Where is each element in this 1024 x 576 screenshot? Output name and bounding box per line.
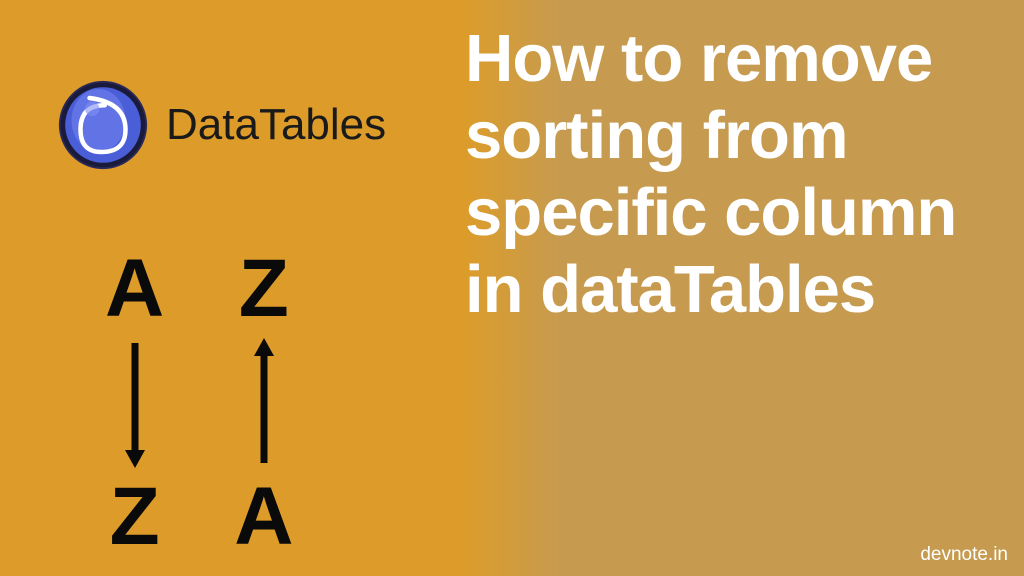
sort-letter-bottom: Z bbox=[110, 476, 160, 558]
arrow-up-icon bbox=[252, 338, 276, 468]
sort-letter-bottom: A bbox=[234, 476, 293, 558]
logo-text: DataTables bbox=[166, 100, 386, 150]
sort-diagram: A Z Z A bbox=[105, 248, 293, 558]
sort-ascending-column: A Z bbox=[105, 248, 164, 558]
datatables-logo-icon bbox=[58, 80, 148, 170]
footer-attribution: devnote.in bbox=[920, 544, 1008, 566]
sort-descending-column: Z A bbox=[234, 248, 293, 558]
arrow-down-icon bbox=[123, 338, 147, 468]
banner-container: DataTables A Z Z A How to remove sorting… bbox=[0, 0, 1024, 576]
main-heading: How to remove sorting from specific colu… bbox=[465, 20, 1005, 328]
sort-letter-top: Z bbox=[239, 248, 289, 330]
logo-section: DataTables bbox=[58, 80, 386, 170]
sort-letter-top: A bbox=[105, 248, 164, 330]
